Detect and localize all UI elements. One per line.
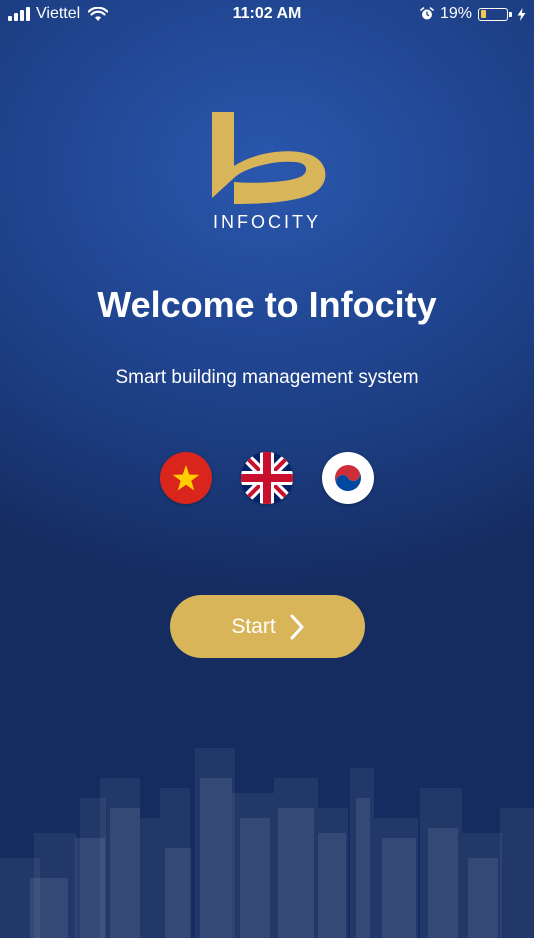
language-selector [0,452,534,504]
korea-flag-icon[interactable] [322,452,374,504]
welcome-screen: Viettel 11:02 AM 19% INFOCITY Welcome to… [0,0,534,938]
status-bar: Viettel 11:02 AM 19% [0,0,534,30]
start-button[interactable]: Start [170,595,365,658]
uk-flag-icon[interactable] [241,452,293,504]
logo-wordmark: INFOCITY [213,212,321,232]
welcome-title: Welcome to Infocity [97,284,437,325]
city-skyline-illustration [0,748,534,938]
welcome-subtitle: Smart building management system [115,367,419,388]
battery-level [480,10,486,18]
battery-icon [478,7,512,21]
battery-percent: 19% [439,5,472,22]
infocity-logo: INFOCITY [204,108,330,238]
start-button-label: Start [231,614,276,638]
alarm-icon [420,7,434,20]
chevron-right-icon [290,614,304,639]
status-right: 19% [420,5,526,23]
infocity-logo-mark [212,112,326,204]
charging-icon [517,7,526,21]
vietnam-flag-icon[interactable] [160,452,212,504]
